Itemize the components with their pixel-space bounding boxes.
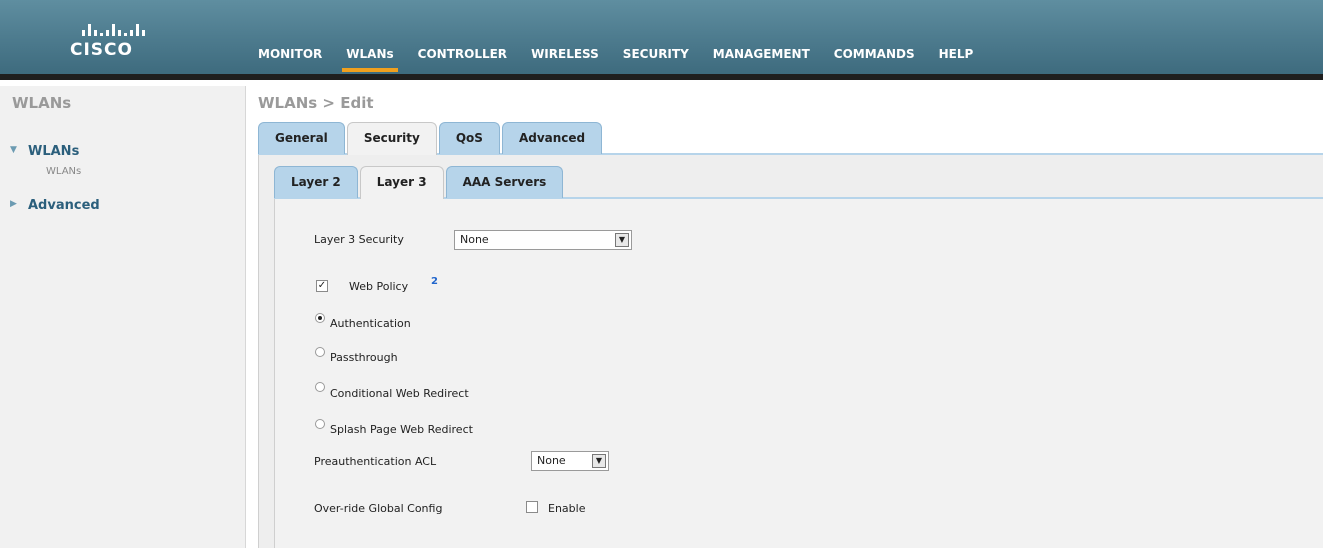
top-header: CISCO MONITOR WLANs CONTROLLER WIRELESS … [0,0,1323,80]
secondary-tabs: Layer 2 Layer 3 AAA Servers [274,166,565,199]
radio-passthrough[interactable] [315,347,325,357]
expanded-arrow-icon: ▼ [10,145,17,155]
radio-conditional-web-redirect-label: Conditional Web Redirect [330,387,469,400]
preauth-acl-value: None [537,454,566,467]
web-policy-help-link[interactable]: 2 [431,276,438,287]
sidebar-subitem-wlans[interactable]: WLANs [46,166,81,177]
tab-advanced[interactable]: Advanced [501,122,603,154]
nav-controller[interactable]: CONTROLLER [418,46,519,76]
web-policy-label: Web Policy [349,280,409,293]
radio-splash-page-web-redirect-label: Splash Page Web Redirect [330,423,473,436]
sidebar-item-label: Advanced [28,198,100,213]
tab-general[interactable]: General [258,122,345,154]
cisco-logo-text: CISCO [70,40,133,60]
nav-security[interactable]: SECURITY [623,46,701,76]
dropdown-arrow-icon: ▼ [592,454,606,468]
cisco-logo-bars-icon [82,14,180,36]
nav-wireless[interactable]: WIRELESS [531,46,611,76]
tab-security[interactable]: Security [346,122,437,155]
nav-wlans[interactable]: WLANs [342,46,405,76]
collapsed-arrow-icon: ▶ [10,199,17,209]
sidebar: WLANs ▼ WLANs WLANs ▶ Advanced [0,86,246,548]
layer3-tab-panel [274,199,1323,548]
radio-authentication-label: Authentication [330,317,411,330]
cisco-logo: CISCO [70,14,180,64]
nav-help[interactable]: HELP [939,46,986,76]
sidebar-item-label: WLANs [28,144,80,159]
radio-splash-page-web-redirect[interactable] [315,419,325,429]
radio-conditional-web-redirect[interactable] [315,382,325,392]
nav-commands[interactable]: COMMANDS [834,46,927,76]
layer3-security-select[interactable]: None ▼ [454,230,632,250]
override-global-config-label: Over-ride Global Config [314,502,443,515]
web-policy-checkbox[interactable]: ✓ [316,280,328,292]
preauth-acl-select[interactable]: None ▼ [531,451,609,471]
tab-aaa-servers[interactable]: AAA Servers [445,166,564,198]
radio-authentication[interactable] [315,313,325,323]
layer3-security-value: None [460,233,489,246]
sidebar-item-wlans[interactable]: ▼ WLANs [10,144,80,159]
nav-monitor[interactable]: MONITOR [258,46,334,76]
main-nav: MONITOR WLANs CONTROLLER WIRELESS SECURI… [258,46,997,76]
dropdown-arrow-icon: ▼ [615,233,629,247]
layer3-security-label: Layer 3 Security [314,233,404,246]
sidebar-title: WLANs [12,94,72,112]
tab-layer2[interactable]: Layer 2 [274,166,358,198]
sidebar-item-advanced[interactable]: ▶ Advanced [10,198,100,213]
radio-passthrough-label: Passthrough [330,351,398,364]
tab-layer3[interactable]: Layer 3 [359,166,444,199]
primary-tabs: General Security QoS Advanced [258,122,604,155]
nav-management[interactable]: MANAGEMENT [713,46,822,76]
preauth-acl-label: Preauthentication ACL [314,455,437,468]
override-enable-label: Enable [548,502,586,515]
page-title: WLANs > Edit [258,94,374,112]
override-enable-checkbox[interactable] [526,501,538,513]
tab-qos[interactable]: QoS [438,122,500,154]
